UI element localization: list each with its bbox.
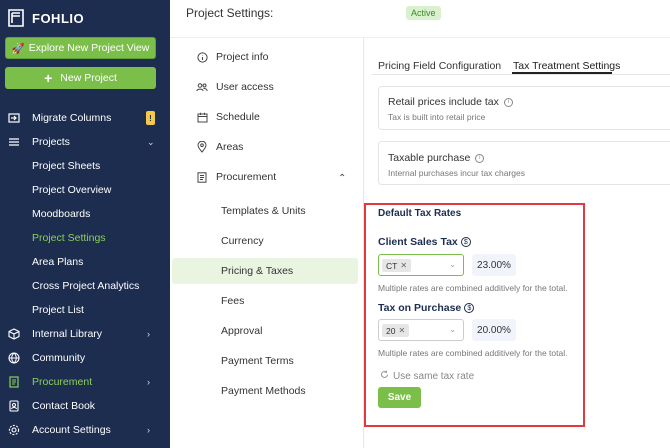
sidebar-item-project-settings[interactable]: Project Settings <box>0 227 170 249</box>
tax-on-purchase-select[interactable]: 20 ✕ ⌄ <box>378 319 464 341</box>
client-sales-tax-rate: 23.00% <box>472 254 516 276</box>
explore-new-project-view-button[interactable]: 🚀 Explore New Project View <box>5 37 156 59</box>
remove-chip-icon[interactable]: ✕ <box>398 326 405 335</box>
menu-item-fees[interactable]: Fees <box>221 292 244 310</box>
menu-item-procurement[interactable]: Procurement <box>196 168 276 186</box>
sidebar-item-cross-project-analytics[interactable]: Cross Project Analytics <box>0 275 170 297</box>
rocket-icon: 🚀 <box>11 42 25 55</box>
logo-text: FOHLIO <box>32 10 85 26</box>
sidebar-item-contact-book[interactable]: Contact Book <box>0 395 170 417</box>
dollar-circle-icon: $ <box>460 237 471 247</box>
default-tax-rates-title: Default Tax Rates <box>378 208 462 219</box>
menu-item-schedule[interactable]: Schedule <box>196 108 260 126</box>
cube-icon <box>7 328 20 341</box>
menu-item-payment-methods[interactable]: Payment Methods <box>221 382 306 400</box>
sidebar-item-internal-library[interactable]: Internal Library › <box>0 323 170 345</box>
plus-icon: + <box>44 70 53 86</box>
sidebar-item-projects[interactable]: Projects ⌄ <box>0 131 170 153</box>
chevron-right-icon: › <box>147 329 150 339</box>
fohlio-logo-icon <box>8 9 24 27</box>
page-title: Project Settings: <box>186 6 274 20</box>
option-retail-prices-include-tax[interactable]: Retail prices include tax i Tax is built… <box>378 86 670 130</box>
tax-on-purchase-label: Tax on Purchase $ <box>378 302 475 314</box>
map-pin-icon <box>196 141 208 153</box>
remove-chip-icon[interactable]: ✕ <box>400 261 407 270</box>
tax-chip: CT ✕ <box>382 259 412 272</box>
info-icon[interactable]: i <box>503 97 513 107</box>
menu-item-payment-terms[interactable]: Payment Terms <box>221 352 294 370</box>
info-icon[interactable]: i <box>475 153 485 163</box>
explore-label: Explore New Project View <box>28 42 150 54</box>
app-logo[interactable]: FOHLIO <box>6 8 84 28</box>
dollar-circle-icon: $ <box>464 303 475 313</box>
sidebar-item-area-plans[interactable]: Area Plans <box>0 251 170 273</box>
client-sales-tax-select[interactable]: CT ✕ ⌄ <box>378 254 464 276</box>
sidebar: FOHLIO 🚀 Explore New Project View + New … <box>0 0 170 448</box>
tax-chip: 20 ✕ <box>382 324 410 337</box>
sidebar-item-procurement[interactable]: Procurement › <box>0 371 170 393</box>
use-same-tax-rate-link[interactable]: Use same tax rate <box>380 370 474 382</box>
sidebar-item-account-settings[interactable]: Account Settings › <box>0 419 170 441</box>
client-sales-tax-label: Client Sales Tax $ <box>378 236 471 248</box>
receipt-icon <box>196 171 208 183</box>
tax-on-purchase-rate: 20.00% <box>472 319 516 341</box>
tax-on-purchase-hint: Multiple rates are combined additively f… <box>378 348 568 358</box>
option-taxable-purchase[interactable]: Taxable purchase i Internal purchases in… <box>378 141 670 185</box>
chevron-down-icon: ⌄ <box>449 325 456 334</box>
option-title: Retail prices include tax <box>388 96 499 108</box>
sidebar-item-moodboards[interactable]: Moodboards <box>0 203 170 225</box>
client-sales-tax-hint: Multiple rates are combined additively f… <box>378 283 568 293</box>
chevron-down-icon: ⌄ <box>449 260 456 269</box>
migrate-icon <box>7 112 20 125</box>
receipt-icon <box>7 376 20 389</box>
contact-book-icon <box>7 400 20 413</box>
header-divider <box>170 37 670 38</box>
globe-icon <box>7 352 20 365</box>
calendar-icon <box>196 111 208 123</box>
sidebar-item-community[interactable]: Community <box>0 347 170 369</box>
users-icon <box>196 81 208 93</box>
chevron-up-icon[interactable]: ⌃ <box>338 173 346 184</box>
warning-badge: ! <box>146 111 155 125</box>
menu-item-templates-units[interactable]: Templates & Units <box>221 202 306 220</box>
new-project-label: New Project <box>60 72 117 84</box>
refresh-icon <box>380 370 389 382</box>
tabs-baseline <box>372 74 670 75</box>
sidebar-item-project-list[interactable]: Project List <box>0 299 170 321</box>
chevron-down-icon: ⌄ <box>147 136 155 147</box>
menu-item-user-access[interactable]: User access <box>196 78 274 96</box>
menu-item-approval[interactable]: Approval <box>221 322 262 340</box>
save-button[interactable]: Save <box>378 387 421 408</box>
tab-pricing-field-configuration[interactable]: Pricing Field Configuration <box>378 60 501 72</box>
menu-item-project-info[interactable]: Project info <box>196 48 269 66</box>
menu-item-currency[interactable]: Currency <box>221 232 264 250</box>
active-tab-indicator <box>512 72 612 74</box>
menu-item-areas[interactable]: Areas <box>196 138 243 156</box>
status-badge: Active <box>406 6 441 20</box>
chevron-right-icon: › <box>147 425 150 435</box>
tab-tax-treatment-settings[interactable]: Tax Treatment Settings <box>513 60 620 72</box>
sidebar-item-migrate-columns[interactable]: Migrate Columns ! <box>0 107 170 129</box>
sidebar-item-project-sheets[interactable]: Project Sheets <box>0 155 170 177</box>
sidebar-item-project-overview[interactable]: Project Overview <box>0 179 170 201</box>
gear-icon <box>7 424 20 437</box>
info-circle-icon <box>196 51 208 63</box>
option-subtitle: Internal purchases incur tax charges <box>388 168 526 178</box>
option-subtitle: Tax is built into retail price <box>388 112 486 122</box>
menu-icon <box>7 136 20 149</box>
chevron-right-icon: › <box>147 377 150 387</box>
new-project-button[interactable]: + New Project <box>5 67 156 89</box>
option-title: Taxable purchase <box>388 152 471 164</box>
menu-item-pricing-taxes[interactable]: Pricing & Taxes <box>221 262 293 280</box>
